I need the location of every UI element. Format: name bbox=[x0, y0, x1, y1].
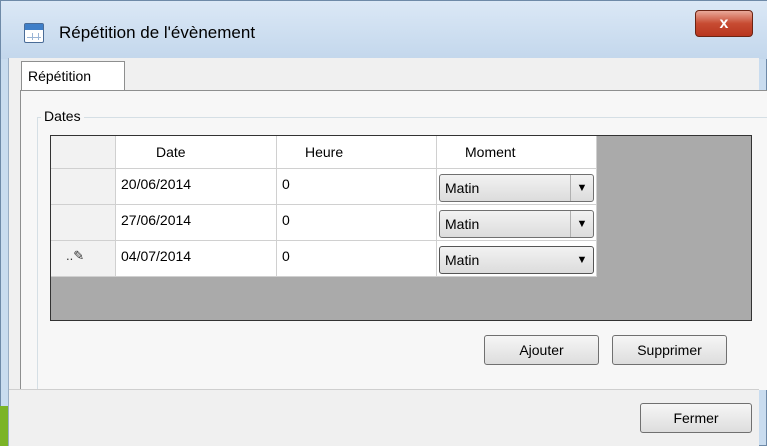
grid-corner-cell[interactable] bbox=[51, 136, 116, 169]
moment-select-value: Matin bbox=[445, 216, 480, 232]
calendar-icon bbox=[24, 23, 44, 43]
moment-select[interactable]: Matin ▼ bbox=[439, 246, 594, 274]
column-header-date[interactable]: Date bbox=[116, 136, 277, 169]
row-header[interactable] bbox=[51, 169, 116, 205]
chevron-down-icon[interactable]: ▼ bbox=[571, 247, 593, 273]
date-cell[interactable]: 04/07/2014 bbox=[116, 241, 277, 277]
heure-cell[interactable]: 0 bbox=[277, 169, 437, 205]
moment-select[interactable]: Matin ▼ bbox=[439, 174, 594, 202]
date-cell[interactable]: 20/06/2014 bbox=[116, 169, 277, 205]
window-title: Répétition de l'évènement bbox=[59, 23, 256, 42]
column-header-heure[interactable]: Heure bbox=[277, 136, 437, 169]
chevron-down-icon[interactable]: ▼ bbox=[570, 211, 593, 237]
heure-cell[interactable]: 0 bbox=[277, 241, 437, 277]
delete-button[interactable]: Supprimer bbox=[612, 335, 727, 365]
date-cell[interactable]: 27/06/2014 bbox=[116, 205, 277, 241]
heure-cell[interactable]: 0 bbox=[277, 205, 437, 241]
background-accent bbox=[0, 406, 8, 446]
moment-select[interactable]: Matin ▼ bbox=[439, 210, 594, 238]
row-header[interactable] bbox=[51, 205, 116, 241]
close-button[interactable]: Fermer bbox=[640, 403, 752, 433]
add-button[interactable]: Ajouter bbox=[484, 335, 599, 365]
moment-select-value: Matin bbox=[445, 252, 480, 268]
chevron-down-icon[interactable]: ▼ bbox=[570, 175, 593, 201]
tab-repetition[interactable]: Répétition bbox=[21, 61, 125, 91]
column-header-moment[interactable]: Moment bbox=[437, 136, 597, 169]
title-bar[interactable]: Répétition de l'évènement x bbox=[1, 1, 767, 59]
moment-select-value: Matin bbox=[445, 180, 480, 196]
dates-grid[interactable]: Date Heure Moment 20/06/2014 0 Matin ▼ 2… bbox=[50, 135, 752, 321]
close-window-button[interactable]: x bbox=[695, 10, 753, 37]
pencil-icon: ..✎ bbox=[66, 248, 85, 263]
dates-group-label: Dates bbox=[41, 108, 84, 124]
footer-divider bbox=[9, 389, 759, 390]
